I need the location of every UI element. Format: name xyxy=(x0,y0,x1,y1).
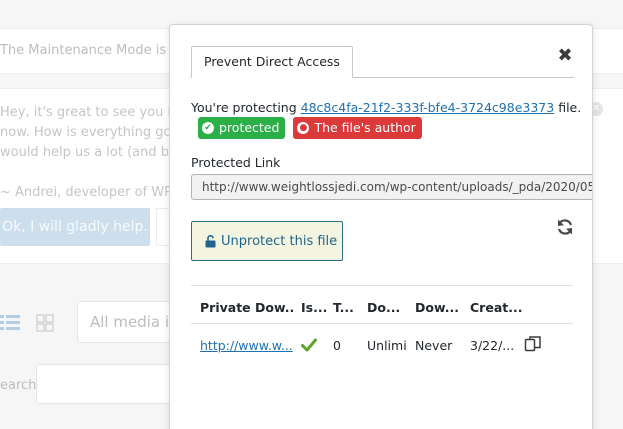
table-cell-link: http://www.w... xyxy=(200,338,295,353)
file-id-link[interactable]: 48c8c4fa-21f2-333f-bfe4-3724c98e3373 xyxy=(301,100,555,115)
table-cell-download-limit: Unlimit xyxy=(367,338,407,353)
unlock-icon xyxy=(205,234,216,247)
table-cell-created: 3/22/... xyxy=(470,338,515,353)
protected-link-field[interactable]: http://www.weightlossjedi.com/wp-content… xyxy=(191,174,592,200)
pda-modal: ✖ Prevent Direct Access You're protectin… xyxy=(169,24,593,429)
protected-badge-label: protected xyxy=(219,120,280,135)
column-header-is-active[interactable]: Is... xyxy=(301,300,329,315)
protecting-suffix: file. xyxy=(554,100,582,115)
author-badge: ● The file's author xyxy=(293,117,422,139)
user-icon: ● xyxy=(297,122,310,134)
table-header-divider xyxy=(191,323,573,324)
status-badges: ✔ protected ● The file's author xyxy=(198,117,422,139)
table-divider xyxy=(191,285,573,286)
check-circle-icon: ✔ xyxy=(202,122,214,134)
protection-status-text: You're protecting 48c8c4fa-21f2-333f-bfe… xyxy=(191,100,581,115)
table-cell-expiry: Never xyxy=(415,338,453,353)
unprotect-file-button[interactable]: Unprotect this file xyxy=(191,221,343,261)
protected-badge: ✔ protected xyxy=(198,117,286,139)
table-cell-clicks: 0 xyxy=(333,338,341,353)
checkmark-icon xyxy=(301,338,317,352)
protecting-prefix: You're protecting xyxy=(191,100,301,115)
column-header-private-download[interactable]: Private Dow... xyxy=(200,300,295,315)
unprotect-file-label: Unprotect this file xyxy=(221,233,338,249)
tab-prevent-direct-access[interactable]: Prevent Direct Access xyxy=(191,46,353,78)
column-header-created[interactable]: Creat... xyxy=(470,300,522,315)
column-header-download-expiry[interactable]: Dow... xyxy=(415,300,463,315)
protected-link-label: Protected Link xyxy=(191,155,281,170)
author-badge-label: The file's author xyxy=(314,120,416,135)
refresh-icon[interactable] xyxy=(556,218,574,236)
copy-icon[interactable] xyxy=(524,335,542,353)
column-header-download-limit[interactable]: Do... xyxy=(367,300,407,315)
close-icon[interactable]: ✖ xyxy=(556,47,574,65)
private-download-link[interactable]: http://www.w... xyxy=(200,338,293,353)
column-header-clicks[interactable]: T... xyxy=(333,300,357,315)
